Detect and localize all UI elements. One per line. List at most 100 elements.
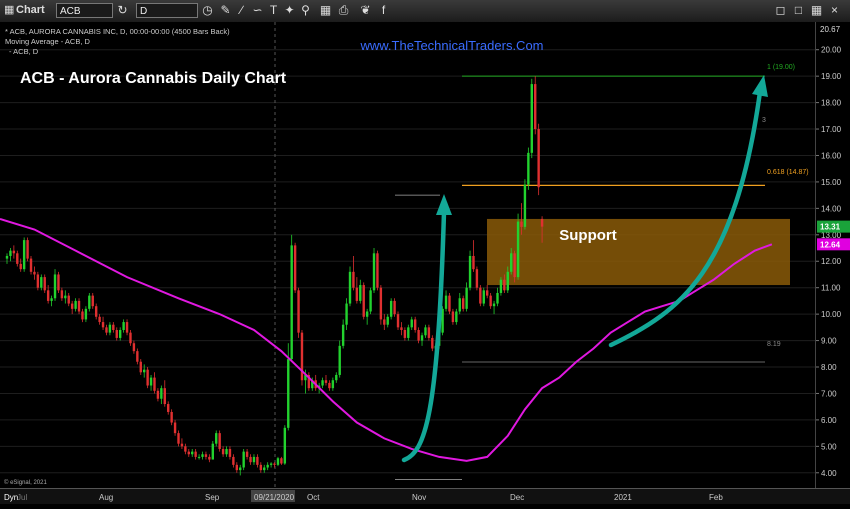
text-tool-icon[interactable]: T [266, 3, 281, 18]
window-maximize-icon[interactable]: □ [791, 3, 806, 18]
candle [156, 388, 160, 402]
candle-body [341, 324, 345, 346]
y-tick-label: 14.00 [821, 204, 842, 213]
line-tool-icon[interactable]: ∕ [234, 3, 249, 18]
candle [444, 290, 448, 312]
y-tick-label: 12.00 [821, 257, 842, 266]
candle-body [331, 380, 335, 389]
candle [465, 282, 468, 312]
candle-body [187, 451, 190, 455]
candle-body [269, 463, 273, 465]
zoom-tool-icon[interactable]: ⚲ [298, 3, 313, 18]
candle [129, 329, 132, 346]
candle [177, 430, 180, 447]
candle [341, 319, 345, 349]
candle [537, 123, 540, 196]
candle-body [496, 292, 499, 304]
candle-body [132, 343, 136, 352]
facebook-icon[interactable]: f [376, 3, 391, 18]
price-chart-area[interactable]: Support * ACB, AURORA CANNABIS INC, D, 0… [0, 22, 815, 488]
price-tag: 13.31 [817, 220, 850, 233]
candle [359, 279, 362, 304]
y-tick-label: 8.00 [821, 363, 837, 372]
interval-select[interactable]: D [136, 3, 198, 18]
candle-body [324, 380, 328, 383]
candle-body [67, 295, 70, 304]
candle-body [448, 295, 451, 312]
candle-body [520, 221, 523, 227]
candle [232, 454, 235, 468]
candle-body [29, 258, 33, 272]
candle-body [376, 253, 379, 288]
candle [101, 316, 105, 330]
price-axis[interactable]: 4.00 5.00 6.00 7.00 8.00 9.00 10.00 11.00 12.00 1… [815, 22, 850, 488]
x-tick-label: Aug [99, 493, 113, 502]
candle-body [57, 274, 60, 291]
candle-body [499, 279, 503, 293]
candle [300, 329, 304, 386]
candle [26, 237, 29, 262]
candle [448, 292, 451, 315]
close-icon[interactable]: × [827, 3, 842, 18]
candle [160, 385, 163, 405]
clock-icon[interactable]: ◷ [200, 3, 215, 18]
candle [328, 380, 331, 391]
curve-tool-icon[interactable]: ∽ [250, 3, 265, 18]
window-tile-icon[interactable]: ▦ [809, 3, 824, 18]
time-axis[interactable]: Dyn Jul Aug Sep 09/21/2020 Oct Nov Dec 2021 Feb [0, 488, 850, 504]
support-label: Support [559, 227, 617, 244]
candle [492, 300, 496, 315]
candle-body [379, 287, 383, 320]
symbol-input[interactable]: ACB [56, 3, 113, 18]
candle [458, 292, 461, 315]
candle [338, 340, 341, 378]
candle [297, 287, 300, 338]
candle [184, 443, 187, 455]
candle-body [163, 388, 166, 405]
window-restore-icon[interactable]: ◻ [773, 3, 788, 18]
print-icon[interactable]: ⎙ [336, 3, 351, 18]
candle-body [335, 374, 338, 381]
candle [153, 372, 156, 394]
candle [112, 322, 115, 333]
candle [245, 448, 249, 460]
x-tick-label: Sep [205, 493, 220, 502]
candle [290, 234, 293, 362]
candle [9, 248, 12, 262]
layout-icon[interactable]: ▦ [318, 3, 333, 18]
candle [235, 462, 239, 473]
candle [413, 316, 417, 333]
candle [372, 248, 376, 293]
candle-body [118, 329, 122, 338]
candle-body [465, 287, 468, 309]
candle-body [146, 369, 149, 386]
cursor-tool-icon[interactable]: ✦ [282, 3, 297, 18]
chart-toolbar: ▦ Chart ACB ↻ D ◷ ✎ ∕ ∽ T ✦ ⚲ ▦ ⎙ ❦ f ◻ … [0, 0, 850, 23]
candle [472, 240, 475, 272]
candle [81, 308, 84, 323]
x-tick-label: 2021 [614, 493, 632, 502]
candle-body [383, 319, 386, 325]
y-tick-label: 18.00 [821, 99, 842, 108]
refresh-icon[interactable]: ↻ [115, 3, 130, 18]
candle [293, 242, 297, 293]
candle [57, 271, 60, 293]
candle [136, 348, 139, 365]
candle [122, 319, 125, 333]
candle [486, 285, 489, 299]
candle-body [273, 463, 276, 465]
candle-body [472, 255, 475, 270]
candle-body [280, 458, 283, 464]
y-tick-label: 16.00 [821, 151, 842, 160]
candle [276, 456, 280, 467]
candle [496, 287, 499, 307]
y-tick-label: 20.00 [821, 46, 842, 55]
twitter-icon[interactable]: ❦ [358, 3, 373, 18]
candle [108, 322, 112, 336]
candle-body [36, 274, 40, 288]
candle [475, 266, 479, 291]
candle [16, 250, 19, 267]
draw-pencil-icon[interactable]: ✎ [218, 3, 233, 18]
candle-body [451, 311, 455, 323]
candle [530, 78, 533, 159]
